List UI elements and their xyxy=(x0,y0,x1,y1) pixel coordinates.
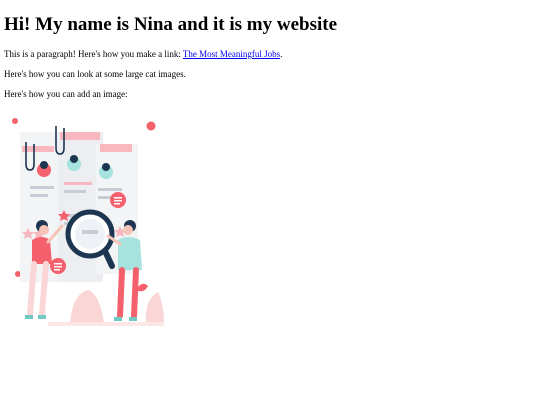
page-heading: Hi! My name is Nina and it is my website xyxy=(4,14,338,35)
link-paragraph: This is a paragraph! Here's how you make… xyxy=(4,48,536,60)
image-paragraph: Here's how you can add an image: xyxy=(4,89,128,99)
link-paragraph-prefix: This is a paragraph! Here's how you make… xyxy=(4,49,183,59)
link-paragraph-suffix: . xyxy=(280,49,283,59)
meaningful-jobs-link[interactable]: The Most Meaningful Jobs xyxy=(183,49,280,59)
job-search-illustration xyxy=(8,114,164,326)
cat-images-paragraph: Here's how you can look at some large ca… xyxy=(4,69,186,79)
page-content: Hi! My name is Nina and it is my website… xyxy=(4,0,536,100)
